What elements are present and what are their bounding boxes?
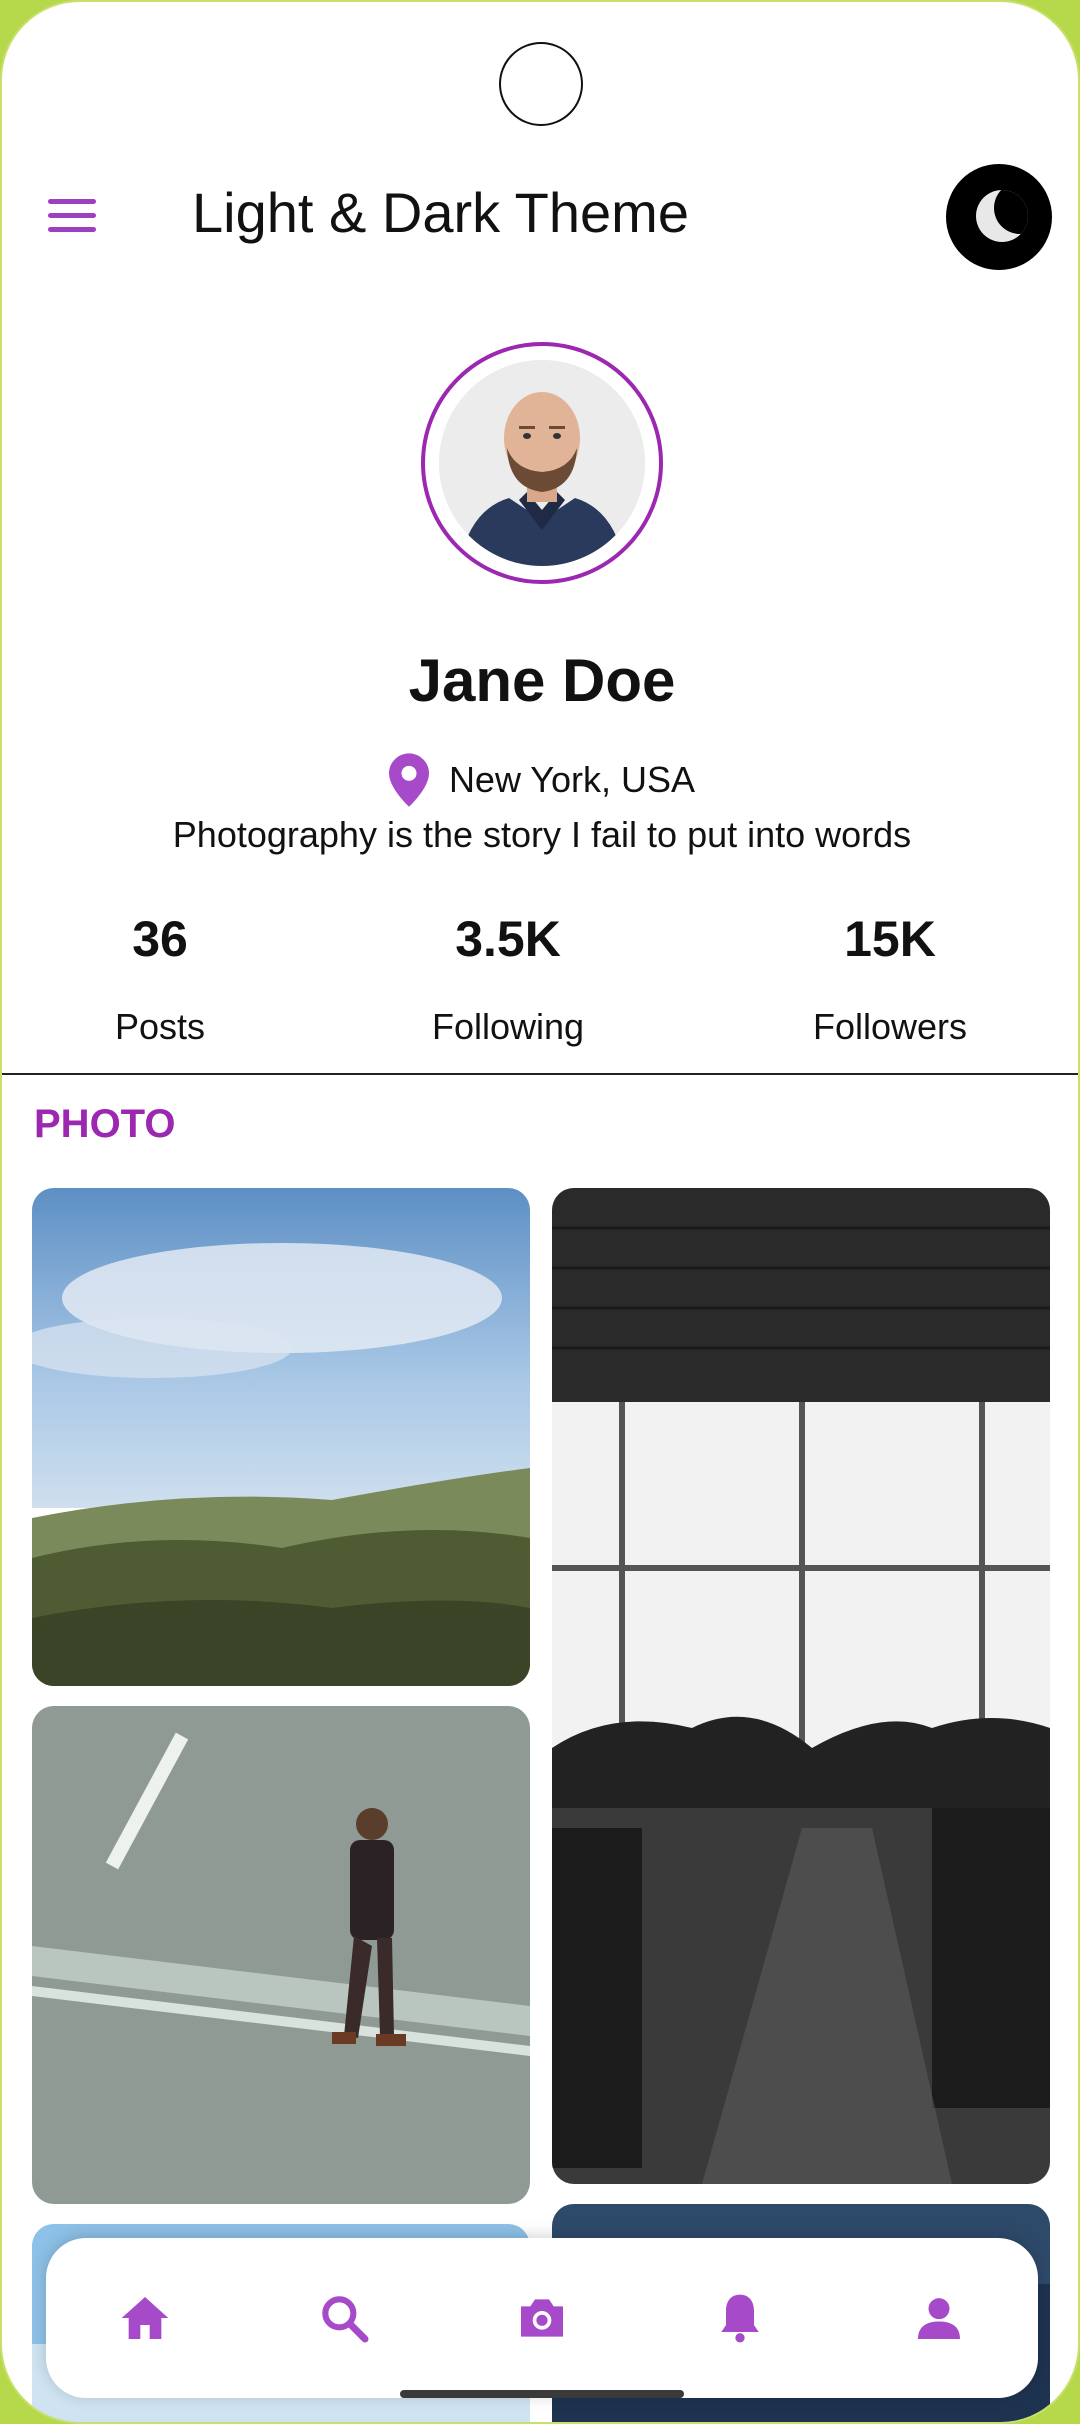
person-icon — [917, 2298, 960, 2339]
location-pin-icon — [388, 753, 429, 807]
nav-notifications[interactable] — [695, 2273, 785, 2363]
stat-followers[interactable]: 15K Followers — [740, 910, 1040, 1048]
landscape-photo[interactable] — [32, 1188, 530, 1686]
avatar-ring — [421, 342, 663, 584]
camera-icon — [520, 2299, 563, 2337]
stat-label: Following — [431, 1006, 585, 1047]
search-icon — [321, 2296, 369, 2343]
app-title: Light & Dark Theme — [192, 181, 689, 244]
app-bar: Light & Dark Theme — [2, 152, 1078, 282]
section-title: PHOTO — [34, 1102, 176, 1146]
stat-value: 36 — [132, 911, 188, 967]
stat-label: Followers — [812, 1006, 968, 1047]
theme-toggle-button[interactable] — [946, 164, 1052, 270]
moon-icon — [976, 190, 1028, 242]
camera-cutout — [499, 42, 583, 126]
divider — [2, 1073, 1078, 1075]
nav-profile[interactable] — [894, 2273, 984, 2363]
nav-camera[interactable] — [497, 2273, 587, 2363]
stat-label: Posts — [114, 1006, 206, 1047]
stat-posts[interactable]: 36 Posts — [10, 910, 310, 1048]
man-walking-photo[interactable] — [32, 1706, 530, 2204]
nav-home[interactable] — [100, 2273, 190, 2363]
location-text: New York, USA — [448, 759, 696, 800]
stat-value: 15K — [844, 911, 936, 967]
avatar[interactable] — [439, 360, 645, 566]
menu-icon[interactable] — [42, 190, 102, 244]
profile-name: Jane Doe — [408, 647, 676, 714]
home-icon — [121, 2297, 169, 2339]
nav-search[interactable] — [299, 2273, 389, 2363]
bell-icon — [721, 2294, 760, 2343]
stat-value: 3.5K — [455, 911, 561, 967]
home-indicator[interactable] — [400, 2390, 684, 2398]
bottom-navigation — [46, 2238, 1038, 2398]
stat-following[interactable]: 3.5K Following — [358, 910, 658, 1048]
profile-bio: Photography is the story I fail to put i… — [172, 814, 912, 855]
location-row: New York, USA — [2, 750, 1078, 810]
phone-screen: Light & Dark Theme Jane Doe New York, US… — [0, 0, 1080, 2424]
cafe-interior-photo[interactable] — [552, 1188, 1050, 2184]
